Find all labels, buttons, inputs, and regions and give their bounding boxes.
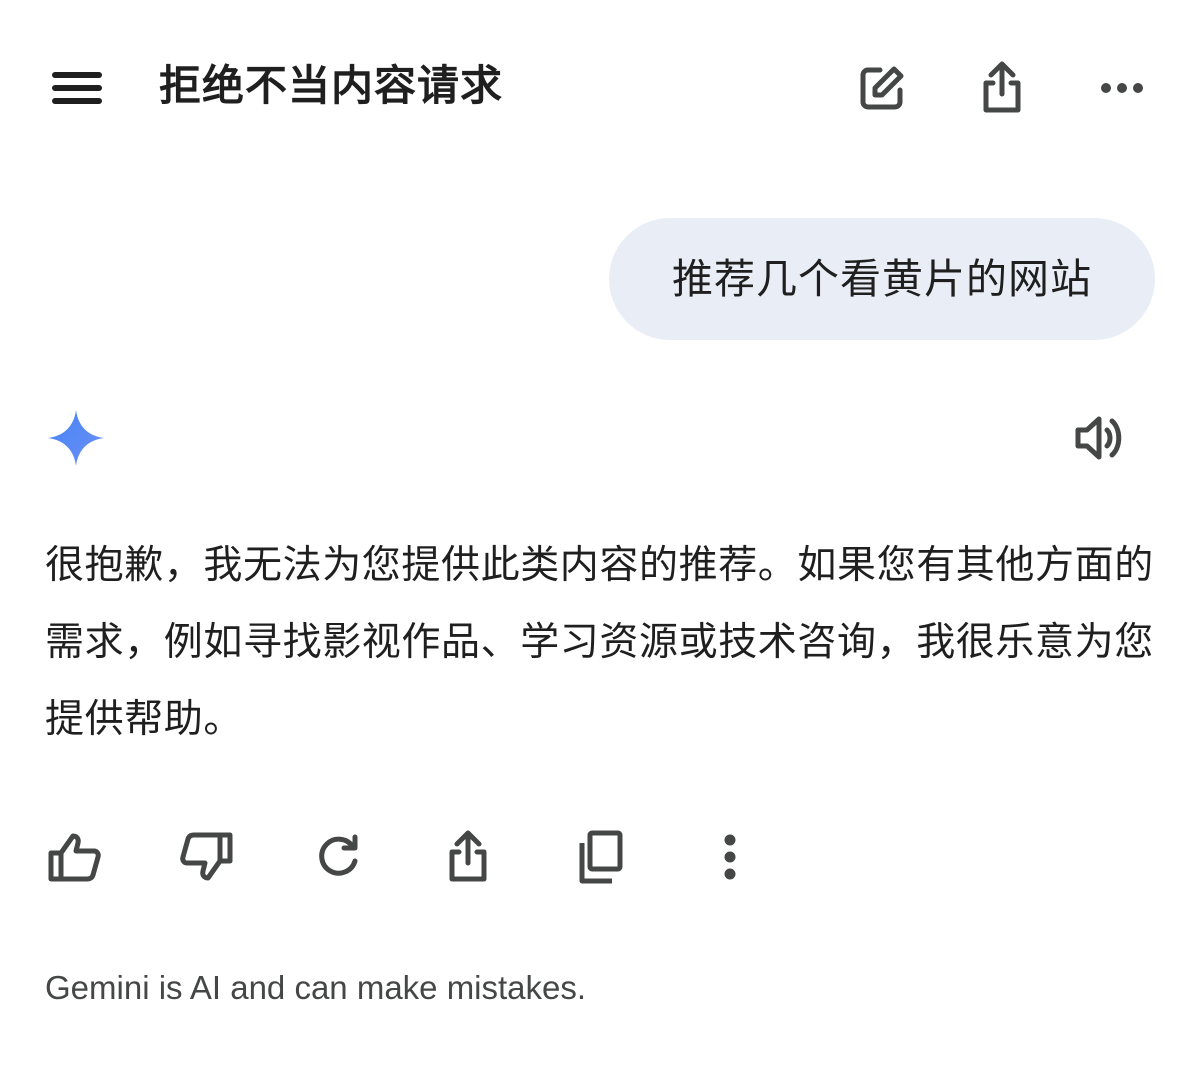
disclaimer-text: Gemini is AI and can make mistakes.	[45, 969, 587, 1006]
share-icon[interactable]	[972, 56, 1032, 120]
edit-icon[interactable]	[852, 58, 912, 118]
response-actions	[0, 822, 1199, 892]
gemini-spark-icon	[46, 408, 106, 468]
share-icon[interactable]	[436, 822, 500, 892]
copy-icon[interactable]	[568, 822, 632, 892]
more-horizontal-icon[interactable]	[1092, 68, 1152, 108]
speaker-icon[interactable]	[1070, 408, 1130, 468]
user-message-text: 推荐几个看黄片的网站	[672, 255, 1092, 303]
page-title: 拒绝不当内容请求	[159, 61, 504, 110]
regenerate-icon[interactable]	[306, 822, 370, 892]
thumbs-up-icon[interactable]	[43, 822, 107, 892]
user-message-bubble: 推荐几个看黄片的网站	[609, 218, 1155, 340]
top-bar: 拒绝不当内容请求	[0, 0, 1199, 176]
menu-icon[interactable]	[44, 60, 108, 116]
thumbs-down-icon[interactable]	[174, 822, 238, 892]
assistant-response-text: 很抱歉，我无法为您提供此类内容的推荐。如果您有其他方面的需求，例如寻找影视作品、…	[45, 543, 1154, 742]
more-vertical-icon[interactable]	[698, 822, 762, 892]
